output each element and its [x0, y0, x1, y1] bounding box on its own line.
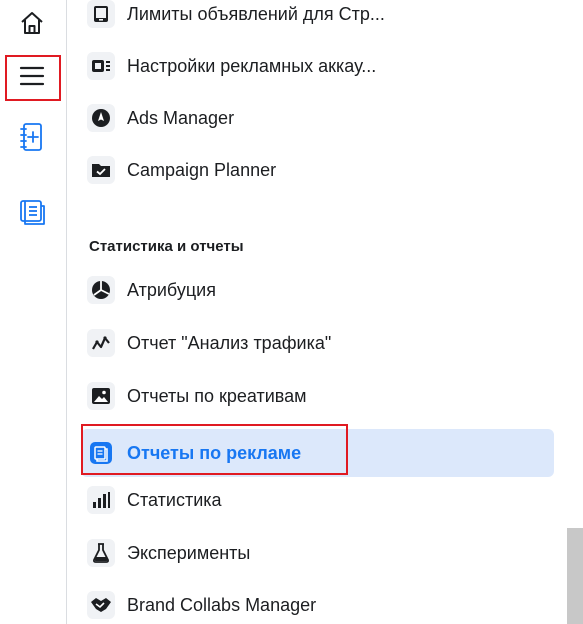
menu-item-statistics[interactable]: Статистика — [81, 481, 554, 519]
ad-account-settings-icon — [87, 52, 115, 80]
handshake-icon — [87, 591, 115, 619]
flask-icon — [87, 539, 115, 567]
image-icon — [87, 382, 115, 410]
menu-item-label: Эксперименты — [127, 542, 251, 563]
menu-item-campaign-planner[interactable]: Campaign Planner — [81, 151, 554, 189]
menu-item-label: Brand Collabs Manager — [127, 594, 317, 615]
reports-stack-icon — [16, 197, 48, 227]
left-nav-rail — [0, 0, 67, 624]
menu-item-label: Атрибуция — [127, 279, 216, 300]
menu-item-creative-reports[interactable]: Отчеты по креативам — [81, 377, 554, 415]
menu-item-ads-manager[interactable]: Ads Manager — [81, 99, 554, 137]
scrollbar-thumb[interactable] — [567, 528, 583, 624]
menu-item-ad-account-settings[interactable]: Настройки рекламных аккау... — [81, 47, 554, 85]
notebook-plus-icon — [18, 121, 46, 153]
menu-item-label: Campaign Planner — [127, 159, 277, 180]
tablet-icon — [87, 0, 115, 28]
menu-item-traffic-analysis[interactable]: Отчет "Анализ трафика" — [81, 324, 554, 362]
folder-check-icon — [87, 156, 115, 184]
section-title-stats-reports: Статистика и отчеты — [89, 238, 244, 255]
menu-item-label: Ads Manager — [127, 107, 235, 128]
home-icon — [18, 9, 46, 37]
menu-button-highlight — [5, 55, 61, 101]
bar-chart-icon — [87, 486, 115, 514]
traffic-trend-icon — [87, 329, 115, 357]
reports-button[interactable] — [10, 192, 54, 232]
attribution-pie-icon — [87, 276, 115, 304]
menu-item-experiments[interactable]: Эксперименты — [81, 534, 554, 572]
menu-item-attribution[interactable]: Атрибуция — [81, 271, 554, 309]
menu-item-label: Статистика — [127, 489, 222, 510]
menu-item-ad-limits[interactable]: Лимиты объявлений для Стр... — [81, 0, 554, 33]
home-button[interactable] — [10, 3, 54, 43]
menu-item-brand-collabs[interactable]: Brand Collabs Manager — [81, 586, 554, 624]
compass-icon — [87, 104, 115, 132]
menu-item-label: Настройки рекламных аккау... — [127, 55, 377, 76]
menu-item-label: Отчет "Анализ трафика" — [127, 332, 332, 353]
menu-item-label: Лимиты объявлений для Стр... — [127, 3, 385, 24]
create-ad-button[interactable] — [10, 117, 54, 157]
ads-reports-highlight — [81, 424, 348, 475]
all-tools-menu: Лимиты объявлений для Стр... Настройки р… — [67, 0, 567, 624]
menu-item-label: Отчеты по креативам — [127, 385, 307, 406]
